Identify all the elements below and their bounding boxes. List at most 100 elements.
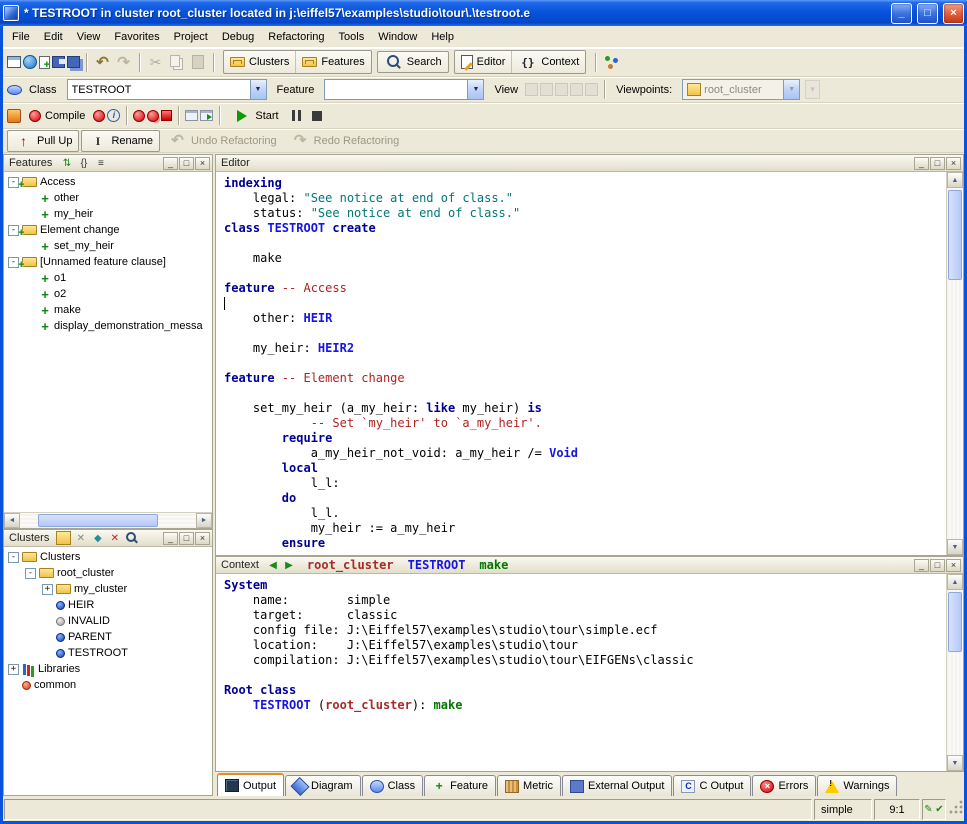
tab-feature[interactable]: Feature [424,775,496,796]
scroll-track[interactable] [20,513,196,528]
menu-debug[interactable]: Debug [215,28,261,46]
tree-item-o2[interactable]: +o2 [4,286,212,302]
quick-melt-icon[interactable] [147,110,159,122]
scroll-up-icon[interactable]: ▲ [947,574,963,590]
scroll-down-icon[interactable]: ▼ [947,539,963,555]
class-combo[interactable]: TESTROOT▼ [67,79,267,100]
tree-item-o1[interactable]: +o1 [4,270,212,286]
scroll-track[interactable] [947,590,963,755]
redo-refactoring-button[interactable]: ↷Redo Refactoring [285,130,406,152]
pause-icon[interactable] [287,106,306,125]
editor-minimize-icon[interactable]: _ [914,157,929,170]
tree-item-heir[interactable]: HEIR [4,597,212,613]
tree-item-element-change[interactable]: -Element change [4,222,212,238]
expand-toggle-icon[interactable]: - [25,568,36,579]
context-minimize-icon[interactable]: _ [914,559,929,572]
tree-item-testroot[interactable]: TESTROOT [4,645,212,661]
pull-up-button[interactable]: ↑Pull Up [7,130,79,152]
tree-item-other[interactable]: +other [4,190,212,206]
editor-vertical-scrollbar[interactable]: ▲ ▼ [946,172,963,555]
tab-c-output[interactable]: C Output [673,775,751,796]
maximize-button[interactable]: □ [917,3,938,24]
braces-icon[interactable]: {} [76,156,91,170]
save-icon[interactable] [52,56,65,68]
close-button[interactable]: × [943,3,964,24]
freeze-icon[interactable] [133,110,145,122]
menu-view[interactable]: View [70,28,108,46]
feature-combo[interactable]: ▼ [324,79,484,100]
expand-toggle-icon[interactable]: - [8,552,19,563]
scroll-thumb[interactable] [948,592,962,652]
rename-button[interactable]: IRename [81,130,160,152]
editor-code-area[interactable]: indexing legal: "See notice at end of cl… [216,172,946,555]
history-forward-icon[interactable]: ▶ [282,560,296,571]
tree-item-libraries[interactable]: +Libraries [4,661,212,677]
scroll-down-icon[interactable]: ▼ [947,755,963,771]
breadcrumb-item-make[interactable]: make [479,558,508,572]
scroll-up-icon[interactable]: ▲ [947,172,963,188]
scroll-thumb[interactable] [948,190,962,280]
features-panel-header[interactable]: Features ⇅{}≡ _ □ × [4,155,212,172]
tab-metric[interactable]: Metric [497,775,561,796]
editor-close-icon[interactable]: × [946,157,961,170]
save-all-icon[interactable] [67,56,80,68]
diamond-icon[interactable]: ◆ [90,531,105,545]
compile-button[interactable]: Compile [23,105,91,127]
tab-errors[interactable]: Errors [752,775,816,796]
tree-item-parent[interactable]: PARENT [4,629,212,645]
melt-icon[interactable] [93,110,105,122]
context-panel-header[interactable]: Context ◀ ▶ root_clusterTESTROOTmake _ □… [216,557,963,574]
scroll-right-icon[interactable]: ► [196,513,212,528]
start-button[interactable]: Start [226,105,284,127]
sync-context-tool-icon[interactable] [200,110,213,121]
new-window-icon[interactable] [7,56,21,68]
expand-toggle-icon[interactable]: + [42,584,53,595]
remove-class-icon[interactable]: ✕ [107,531,122,545]
tab-output[interactable]: Output [217,773,284,796]
features-tree[interactable]: -Access+other+my_heir-Element change+set… [4,172,212,512]
menu-edit[interactable]: Edit [37,28,70,46]
new-cluster-icon[interactable] [56,531,71,545]
context-vertical-scrollbar[interactable]: ▲ ▼ [946,574,963,771]
tree-item-my-cluster[interactable]: +my_cluster [4,581,212,597]
editor-panel-header[interactable]: Editor _ □ × [216,155,963,172]
menu-tools[interactable]: Tools [332,28,372,46]
finalize-icon[interactable] [161,110,172,121]
dropdown-arrow-icon[interactable]: ▼ [467,80,483,99]
expand-toggle-icon[interactable]: + [8,664,19,675]
undo-icon[interactable]: ↶ [93,53,112,72]
dropdown-arrow-icon[interactable]: ▼ [250,80,266,99]
tab-class[interactable]: Class [362,775,424,796]
undo-refactoring-button[interactable]: ↶Undo Refactoring [162,130,283,152]
clusters-tree[interactable]: -Clusters-root_cluster+my_clusterHEIRINV… [4,547,212,795]
tree-item-display-demonstration-messa[interactable]: +display_demonstration_messa [4,318,212,334]
tree-item-invalid[interactable]: INVALID [4,613,212,629]
clusters-close-icon[interactable]: × [195,532,210,545]
features-maximize-icon[interactable]: □ [179,157,194,170]
tree-item-access[interactable]: -Access [4,174,212,190]
menu-favorites[interactable]: Favorites [107,28,166,46]
features-minimize-icon[interactable]: _ [163,157,178,170]
clusters-panel-header[interactable]: Clusters ✕◆✕ _ □ × [4,530,212,547]
delete-icon[interactable]: ✕ [73,531,88,545]
tree-item-clusters[interactable]: -Clusters [4,549,212,565]
sort-features-icon[interactable]: ⇅ [59,156,74,170]
clusters-minimize-icon[interactable]: _ [163,532,178,545]
title-bar[interactable]: * TESTROOT in cluster root_cluster locat… [0,0,967,26]
features-horizontal-scrollbar[interactable]: ◄ ► [4,512,212,528]
tree-item-set-my-heir[interactable]: +set_my_heir [4,238,212,254]
tree-item-common[interactable]: common [4,677,212,693]
minimize-button[interactable]: _ [891,3,912,24]
project-settings-icon[interactable] [7,109,21,123]
scroll-left-icon[interactable]: ◄ [4,513,20,528]
tree-item-my-heir[interactable]: +my_heir [4,206,212,222]
editor-maximize-icon[interactable]: □ [930,157,945,170]
context-maximize-icon[interactable]: □ [930,559,945,572]
stop-icon[interactable] [308,106,327,125]
tree-item-root-cluster[interactable]: -root_cluster [4,565,212,581]
tab-diagram[interactable]: Diagram [285,775,361,796]
features-close-icon[interactable]: × [195,157,210,170]
editor-button[interactable]: Editor [455,51,512,73]
breadcrumb-item-root-cluster[interactable]: root_cluster [307,558,394,572]
viewpoints-combo[interactable]: root_cluster▼ [682,79,800,100]
